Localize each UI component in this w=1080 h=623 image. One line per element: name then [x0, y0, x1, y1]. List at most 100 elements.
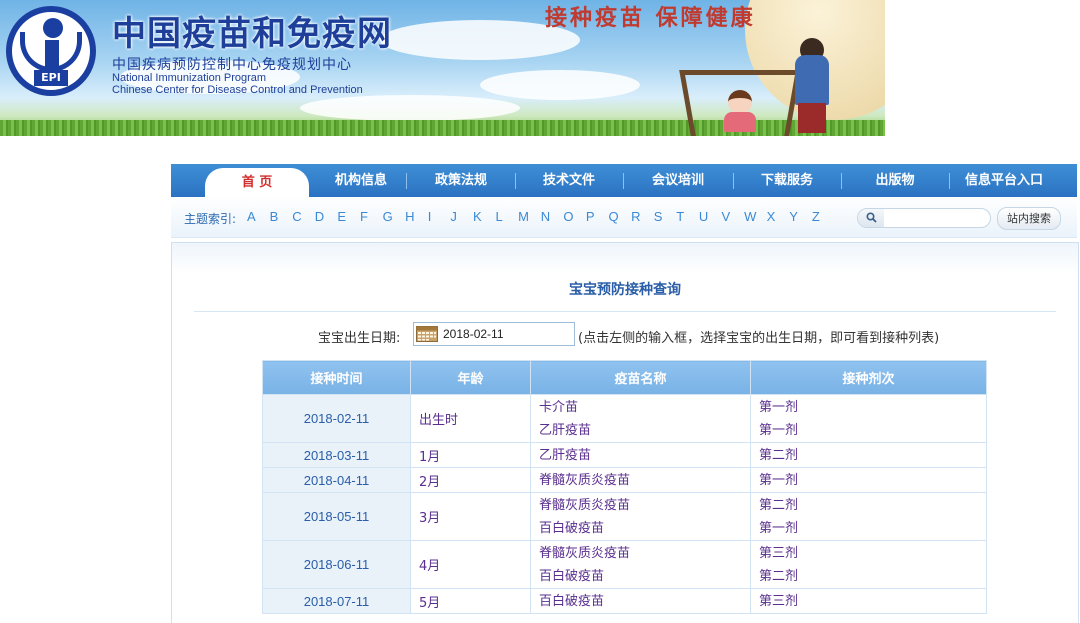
girl-illustration: [728, 90, 752, 114]
site-title[interactable]: 中国疫苗和免疫网: [112, 6, 392, 55]
table-header-row: 接种时间 年龄 疫苗名称 接种剂次: [262, 360, 987, 395]
nav-item-tech-docs[interactable]: 技术文件: [515, 164, 623, 197]
letter-link[interactable]: X: [767, 209, 790, 224]
main-nav: 首 页 机构信息 政策法规 技术文件 会议培训 下载服务 出版物 信息平台入口: [171, 164, 1077, 197]
cell-time: 2018-03-11: [262, 442, 411, 468]
column-header-time: 接种时间: [262, 360, 411, 395]
letter-link[interactable]: Q: [609, 209, 632, 224]
dose-number: 第一剂: [759, 399, 799, 415]
letter-link[interactable]: D: [315, 209, 338, 224]
letter-link[interactable]: K: [473, 209, 496, 224]
letter-link[interactable]: E: [337, 209, 360, 224]
cell-time: 2018-02-11: [262, 394, 411, 443]
letter-link[interactable]: S: [654, 209, 677, 224]
letter-link[interactable]: N: [541, 209, 564, 224]
header-banner: EPI 中国疫苗和免疫网 中国疾病预防控制中心免疫规划中心 National I…: [0, 0, 885, 136]
cell-vaccine: 百白破疫苗: [530, 588, 751, 614]
table-row: 2018-02-11 出生时 卡介苗 乙肝疫苗 第一剂 第一剂: [262, 394, 987, 443]
org-name-en-line1: National Immunization Program: [112, 72, 267, 84]
site-search-box: [857, 208, 991, 228]
cell-dose: 第二剂 第一剂: [750, 492, 987, 541]
letter-link[interactable]: L: [496, 209, 519, 224]
letter-link[interactable]: G: [383, 209, 406, 224]
nav-item-home[interactable]: 首 页: [205, 168, 309, 197]
cell-time: 2018-07-11: [262, 588, 411, 614]
topic-index-label: 主题索引:: [184, 212, 237, 226]
cell-time: 2018-04-11: [262, 467, 411, 493]
vaccine-name: 卡介苗: [539, 399, 579, 415]
vaccine-name: 脊髓灰质炎疫苗: [539, 497, 631, 513]
letter-link[interactable]: U: [699, 209, 722, 224]
cell-vaccine: 脊髓灰质炎疫苗 百白破疫苗: [530, 540, 751, 589]
letter-link[interactable]: H: [405, 209, 428, 224]
vaccine-name: 脊髓灰质炎疫苗: [539, 545, 631, 561]
letter-link[interactable]: M: [518, 209, 541, 224]
letter-link[interactable]: O: [563, 209, 586, 224]
letter-link[interactable]: Z: [812, 209, 835, 224]
epi-logo[interactable]: EPI: [6, 6, 96, 96]
cell-vaccine: 卡介苗 乙肝疫苗: [530, 394, 751, 443]
vaccine-name: 脊髓灰质炎疫苗: [539, 472, 631, 488]
letter-link[interactable]: I: [428, 209, 451, 224]
cell-vaccine: 乙肝疫苗: [530, 442, 751, 468]
cell-age: 出生时: [410, 394, 531, 443]
cell-age: 4月: [410, 540, 531, 589]
cell-time: 2018-05-11: [262, 492, 411, 541]
dose-number: 第二剂: [759, 568, 799, 584]
cell-dose: 第一剂: [750, 467, 987, 493]
woman-illustration-legs: [798, 103, 826, 133]
letter-link[interactable]: J: [450, 209, 473, 224]
vaccine-name: 乙肝疫苗: [539, 447, 592, 463]
letter-link[interactable]: F: [360, 209, 383, 224]
cell-age: 2月: [410, 467, 531, 493]
birth-date-label: 宝宝出生日期:: [318, 331, 401, 346]
vaccine-name: 百白破疫苗: [539, 568, 605, 584]
column-header-age: 年龄: [410, 360, 531, 395]
org-name-en-line2: Chinese Center for Disease Control and P…: [112, 84, 363, 96]
dose-number: 第一剂: [759, 422, 799, 438]
letter-link[interactable]: R: [631, 209, 654, 224]
nav-item-downloads[interactable]: 下载服务: [733, 164, 841, 197]
search-input[interactable]: [886, 210, 984, 224]
dose-number: 第二剂: [759, 497, 799, 513]
cell-age: 5月: [410, 588, 531, 614]
woman-illustration-body: [795, 55, 829, 105]
nav-item-meetings[interactable]: 会议培训: [623, 164, 733, 197]
nav-item-policy[interactable]: 政策法规: [407, 164, 515, 197]
birth-date-hint: (点击左侧的输入框，选择宝宝的出生日期，即可看到接种列表): [578, 331, 940, 346]
birth-date-field[interactable]: 2018-02-11: [413, 322, 575, 346]
nav-item-publications[interactable]: 出版物: [841, 164, 949, 197]
letter-index: ABCDEFGHIJKLMNOPQRSTUVWXYZ: [247, 209, 834, 224]
table-row: 2018-05-11 3月 脊髓灰质炎疫苗 百白破疫苗 第二剂 第一剂: [262, 492, 987, 541]
cell-dose: 第二剂: [750, 442, 987, 468]
letter-link[interactable]: P: [586, 209, 609, 224]
letter-link[interactable]: A: [247, 209, 270, 224]
nav-item-platform-entry[interactable]: 信息平台入口: [949, 164, 1059, 197]
site-search-button[interactable]: 站内搜索: [997, 207, 1061, 230]
column-header-vaccine: 疫苗名称: [530, 360, 751, 395]
cell-dose: 第三剂 第二剂: [750, 540, 987, 589]
dose-number: 第一剂: [759, 520, 799, 536]
nav-item-org-info[interactable]: 机构信息: [309, 164, 413, 197]
letter-link[interactable]: W: [744, 209, 767, 224]
title-divider: [194, 311, 1056, 312]
letter-link[interactable]: T: [676, 209, 699, 224]
column-header-dose: 接种剂次: [750, 360, 987, 395]
cell-age: 3月: [410, 492, 531, 541]
letter-link[interactable]: C: [292, 209, 315, 224]
cell-time: 2018-06-11: [262, 540, 411, 589]
calendar-icon[interactable]: [416, 326, 438, 346]
letter-link[interactable]: B: [270, 209, 293, 224]
cell-vaccine: 脊髓灰质炎疫苗 百白破疫苗: [530, 492, 751, 541]
girl-illustration-body: [724, 112, 756, 132]
vaccination-query-panel: 宝宝预防接种查询 宝宝出生日期: 2018-02-11 (点击左侧的输入框，选择…: [171, 242, 1079, 623]
letter-link[interactable]: V: [721, 209, 744, 224]
slogan: 接种疫苗 保障健康: [545, 5, 756, 31]
cloud-decoration: [480, 70, 640, 100]
vaccine-name: 乙肝疫苗: [539, 422, 592, 438]
vaccine-name: 百白破疫苗: [539, 520, 605, 536]
cell-dose: 第三剂: [750, 588, 987, 614]
table-row: 2018-04-11 2月 脊髓灰质炎疫苗 第一剂: [262, 467, 987, 493]
letter-link[interactable]: Y: [789, 209, 812, 224]
search-icon[interactable]: [858, 209, 884, 227]
